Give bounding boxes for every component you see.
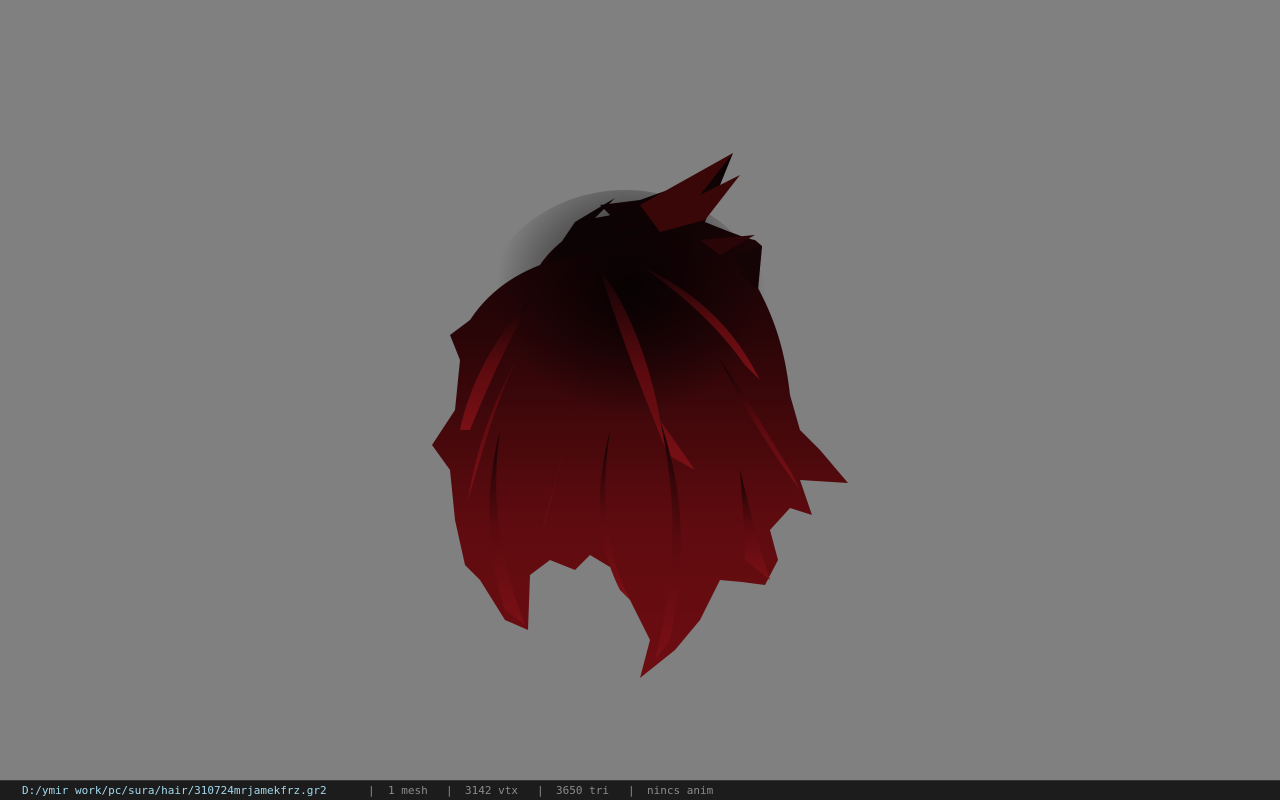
separator: | — [368, 784, 375, 797]
file-path: D:/ymir work/pc/sura/hair/310724mrjamekf… — [22, 784, 327, 797]
separator: | — [537, 784, 544, 797]
3d-viewport[interactable] — [0, 0, 1280, 780]
hair-model-render — [432, 153, 848, 678]
hair-mesh — [432, 153, 848, 678]
vertex-count: 3142 vtx — [465, 784, 518, 797]
separator: | — [628, 784, 635, 797]
triangle-count: 3650 tri — [556, 784, 609, 797]
separator: | — [446, 784, 453, 797]
mesh-count: 1 mesh — [388, 784, 428, 797]
status-bar: D:/ymir work/pc/sura/hair/310724mrjamekf… — [0, 780, 1280, 800]
animation-status: nincs anim — [647, 784, 714, 797]
